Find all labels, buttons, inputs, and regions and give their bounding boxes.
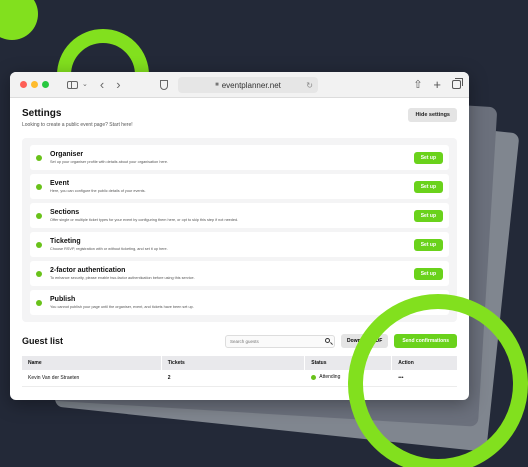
settings-item-desc: Here, you can configure the public detai… [50, 189, 146, 193]
check-icon [36, 212, 42, 219]
sidebar-toggle-icon[interactable] [67, 80, 78, 89]
check-icon [36, 241, 42, 248]
guest-tickets: 2 [160, 370, 305, 387]
settings-item-title: Ticketing [50, 238, 81, 245]
check-icon [36, 154, 42, 161]
column-header-name[interactable]: Name [22, 356, 162, 370]
settings-item-title: 2-factor authentication [50, 267, 126, 274]
settings-item-organiser: Organiser Set up your organiser profile … [30, 145, 449, 170]
settings-item-title: Publish [50, 296, 76, 303]
setup-ticketing-button[interactable]: Set up [413, 238, 443, 251]
back-arrow-icon[interactable]: ‹ [100, 78, 104, 91]
settings-item-title: Sections [50, 209, 80, 216]
settings-item-ticketing: Ticketing Choose RSVP, registration with… [30, 232, 449, 257]
setup-event-button[interactable]: Set up [413, 180, 443, 193]
settings-panel: Organiser Set up your organiser profile … [22, 138, 457, 322]
maximize-window-button[interactable] [42, 81, 49, 88]
minimize-window-button[interactable] [31, 81, 38, 88]
settings-item-desc: To enhance security, please enable two-f… [50, 276, 195, 280]
setup-sections-button[interactable]: Set up [413, 209, 443, 222]
settings-item-title: Event [50, 180, 70, 187]
guest-name: Kevin Van der Straeten [22, 370, 162, 387]
settings-item-desc: Choose RSVP, registration with or withou… [50, 247, 168, 251]
settings-item-desc: You cannot publish your page until the o… [50, 305, 194, 309]
settings-item-desc: Set up your organiser profile with detai… [50, 160, 168, 164]
url-text: eventplanner.net [221, 80, 281, 90]
close-window-button[interactable] [20, 81, 27, 88]
column-header-tickets[interactable]: Tickets [160, 356, 305, 370]
guest-list-title: Guest list [22, 336, 64, 346]
settings-subtitle: Looking to create a public event page? S… [22, 122, 133, 128]
search-placeholder: Search guests [230, 338, 259, 344]
settings-item-sections: Sections Offer single or multiple ticket… [30, 203, 449, 228]
tab-overview-icon[interactable] [452, 78, 463, 89]
new-tab-icon[interactable]: + [433, 78, 441, 92]
settings-title: Settings [22, 108, 62, 119]
check-icon [36, 270, 42, 277]
search-guests-input[interactable]: Search guests [225, 334, 336, 348]
reload-icon[interactable]: ↻ [306, 81, 313, 90]
setup-organiser-button[interactable]: Set up [413, 151, 443, 164]
check-icon [36, 299, 42, 306]
decor-dot [0, 0, 38, 40]
settings-item-title: Organiser [50, 151, 84, 158]
settings-item-2fa: 2-factor authentication To enhance secur… [30, 261, 449, 286]
privacy-shield-icon[interactable] [160, 80, 168, 90]
forward-arrow-icon[interactable]: › [116, 78, 120, 91]
decor-ring-bottom [348, 294, 528, 467]
hide-settings-button[interactable]: Hide settings [408, 108, 457, 122]
address-bar[interactable]: ■ eventplanner.net ↻ [178, 77, 318, 93]
setup-2fa-button[interactable]: Set up [413, 267, 443, 280]
check-icon [311, 374, 317, 380]
share-icon[interactable]: ⇧ [413, 78, 422, 92]
search-icon [325, 337, 331, 343]
lock-icon: ■ [215, 82, 219, 88]
settings-item-event: Event Here, you can configure the public… [30, 174, 449, 199]
status-label: Attending [319, 374, 341, 380]
settings-item-desc: Offer single or multiple ticket types fo… [50, 218, 239, 222]
check-icon [36, 183, 42, 190]
chevron-down-icon[interactable]: ⌄ [82, 81, 88, 88]
browser-titlebar: ⌄ ‹ › ■ eventplanner.net ↻ ⇧ + [10, 72, 469, 98]
